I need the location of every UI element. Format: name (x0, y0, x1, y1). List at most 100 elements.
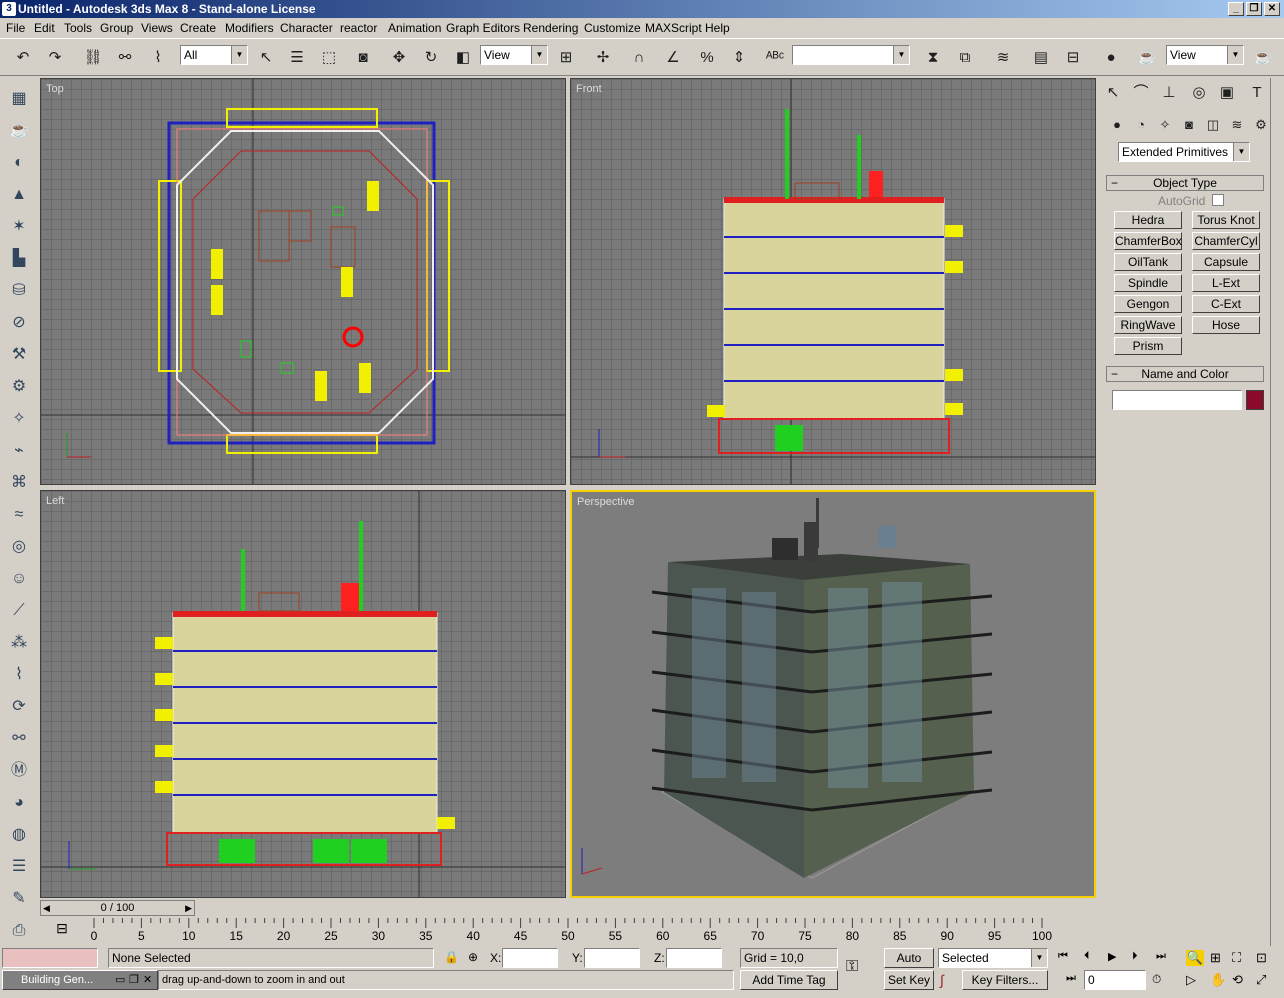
menu-character[interactable]: Character (280, 21, 333, 35)
zoom-all-icon[interactable]: ⊞ (1210, 950, 1221, 966)
key-mode-toggle-icon[interactable]: ⏭ (1066, 972, 1076, 985)
lock-icon[interactable]: 🔒 (444, 950, 459, 964)
rollout-name-and-color[interactable]: − Name and Color (1106, 366, 1264, 382)
curve-editor-icon[interactable]: ▤ (1028, 45, 1054, 71)
utilities-tab-icon[interactable]: T (1244, 80, 1270, 106)
window-crossing-icon[interactable]: ◙ (350, 45, 376, 71)
maximize-viewport-icon[interactable]: ⤢ (1256, 972, 1266, 988)
unlink-icon[interactable]: ⚯ (112, 45, 138, 71)
modify-tab-icon[interactable]: ⌒ (1128, 80, 1154, 106)
taskbar-item[interactable]: Building Gen... ▭ ❐ ✕ (2, 970, 158, 990)
sphere-shaded-icon[interactable]: ◕ (6, 790, 32, 816)
menu-rendering[interactable]: Rendering (523, 21, 578, 35)
auto-key-button[interactable]: Auto Key (884, 948, 934, 983)
select-and-link-icon[interactable]: ⛓ (80, 45, 106, 71)
viewport-perspective[interactable]: Perspective (570, 490, 1096, 898)
previous-frame-icon[interactable]: ⏴ (1084, 950, 1090, 963)
render-frame-icon[interactable]: ⎙ (6, 918, 32, 944)
map-icon[interactable]: ◍ (6, 822, 32, 848)
spindle-button[interactable]: Spindle (1114, 274, 1182, 292)
l-ext-button[interactable]: L-Ext (1192, 274, 1260, 292)
field-of-view-icon[interactable]: ▷ (1186, 972, 1196, 988)
menu-modifiers[interactable]: Modifiers (225, 21, 274, 35)
menu-edit[interactable]: Edit (34, 21, 55, 35)
render-view-dropdown[interactable]: View ▼ (1166, 45, 1244, 65)
time-slider[interactable]: ◀ 0 / 100 ▶ (40, 900, 195, 916)
menu-group[interactable]: Group (100, 21, 133, 35)
align-icon[interactable]: ⧉ (952, 45, 978, 71)
curve-editor-mini-icon[interactable]: ⊟ (50, 920, 74, 940)
selection-filter-dropdown[interactable]: All ▼ (180, 45, 248, 65)
percent-snap-icon[interactable]: % (694, 45, 720, 71)
menu-animation[interactable]: Animation (388, 21, 441, 35)
helpers-icon[interactable]: ◫ (1200, 112, 1226, 138)
viewport-top[interactable]: Top (40, 78, 566, 485)
select-by-name-icon[interactable]: ☰ (284, 45, 310, 71)
bind-space-warp-icon[interactable]: ⌇ (145, 45, 171, 71)
track-bar[interactable]: 0 5 10 15 20 25 30 35 40 45 50 55 60 65 70 75 80 85 90 95 10… (90, 918, 1060, 944)
category-dropdown[interactable]: Extended Primitives ▼ (1118, 142, 1250, 162)
motion-tab-icon[interactable]: ◎ (1186, 80, 1212, 106)
key-icon[interactable]: ⚿ (846, 958, 858, 976)
pan-icon[interactable]: ✋ (1210, 972, 1226, 988)
material-icon[interactable]: Ⓜ (6, 758, 32, 784)
angle-snap-icon[interactable]: ∠ (660, 45, 686, 71)
scale-icon[interactable]: ◧ (450, 45, 476, 71)
helper-icon[interactable]: ⌘ (6, 470, 32, 496)
y-coordinate-field[interactable] (584, 948, 640, 968)
spacewarps-icon[interactable]: ≋ (1224, 112, 1250, 138)
next-frame-icon[interactable]: ⏵ (1132, 950, 1138, 963)
chamferbox-button[interactable]: ChamferBox (1114, 232, 1182, 250)
rotate-tool-icon[interactable]: ⟳ (6, 694, 32, 720)
transform-mode-icon[interactable]: ⊕ (468, 950, 478, 964)
create-box-icon[interactable]: ▦ (6, 86, 32, 112)
cone-icon[interactable]: ▲ (6, 182, 32, 208)
link-tool-icon[interactable]: ⚯ (6, 726, 32, 752)
pivot-center-icon[interactable]: ⊞ (553, 45, 579, 71)
schematic-view-icon[interactable]: ⊟ (1060, 45, 1086, 71)
menu-graph-editors[interactable]: Graph Editors (446, 21, 520, 35)
go-to-end-icon[interactable]: ⏭ (1156, 950, 1166, 963)
close-button[interactable]: ✕ (1264, 2, 1280, 16)
current-frame-field[interactable]: 0 (1084, 970, 1146, 990)
camera-icon[interactable]: ⌁ (6, 438, 32, 464)
key-mode-dropdown[interactable]: Selected ▼ (938, 948, 1048, 968)
snap-toggle-icon[interactable]: ∩ (626, 45, 652, 71)
gengon-button[interactable]: Gengon (1114, 295, 1182, 313)
torus-knot-button[interactable]: Torus Knot (1192, 211, 1260, 229)
set-key-button[interactable]: Set Key (884, 970, 934, 990)
time-config-icon[interactable]: ⏱ (1152, 972, 1161, 987)
eyedropper-icon[interactable]: ✎ (6, 886, 32, 912)
material-editor-icon[interactable]: ● (1098, 45, 1124, 71)
menu-views[interactable]: Views (141, 21, 173, 35)
object-name-field[interactable] (1112, 390, 1242, 410)
oiltank-button[interactable]: OilTank (1114, 253, 1182, 271)
hedra-button[interactable]: Hedra (1114, 211, 1182, 229)
cameras-icon[interactable]: ◙ (1176, 112, 1202, 138)
mirror-icon[interactable]: ⧗ (920, 45, 946, 71)
hose-button[interactable]: Hose (1192, 316, 1260, 334)
menu-create[interactable]: Create (180, 21, 216, 35)
object-color-swatch[interactable] (1246, 390, 1264, 410)
select-object-icon[interactable]: ↖ (253, 45, 279, 71)
minimize-icon[interactable]: ▭ (115, 971, 125, 989)
plane-icon[interactable]: ▙ (6, 246, 32, 272)
geometry-icon[interactable]: ● (1104, 112, 1130, 138)
list-icon[interactable]: ☰ (6, 854, 32, 880)
viewport-front[interactable]: Front (570, 78, 1096, 485)
torus-icon[interactable]: ◎ (6, 534, 32, 560)
lights-icon[interactable]: ✧ (1152, 112, 1178, 138)
rotate-icon[interactable]: ↻ (418, 45, 444, 71)
cylinder-icon[interactable]: ⛁ (6, 278, 32, 304)
reference-coord-dropdown[interactable]: View ▼ (480, 45, 548, 65)
particle-icon[interactable]: ⁂ (6, 630, 32, 656)
menu-maxscript[interactable]: MAXScript (645, 21, 702, 35)
minimize-button[interactable]: _ (1228, 2, 1244, 16)
render-scene-icon[interactable]: ☕ (1134, 45, 1160, 71)
zoom-extents-icon[interactable]: ⛶ (1232, 950, 1241, 966)
add-time-tag-button[interactable]: Add Time Tag (740, 970, 838, 990)
menu-tools[interactable]: Tools (64, 21, 92, 35)
rollout-object-type[interactable]: − Object Type (1106, 175, 1264, 191)
command-panel-scrollbar[interactable] (1270, 78, 1284, 948)
cloth-icon[interactable]: ⌇ (6, 662, 32, 688)
